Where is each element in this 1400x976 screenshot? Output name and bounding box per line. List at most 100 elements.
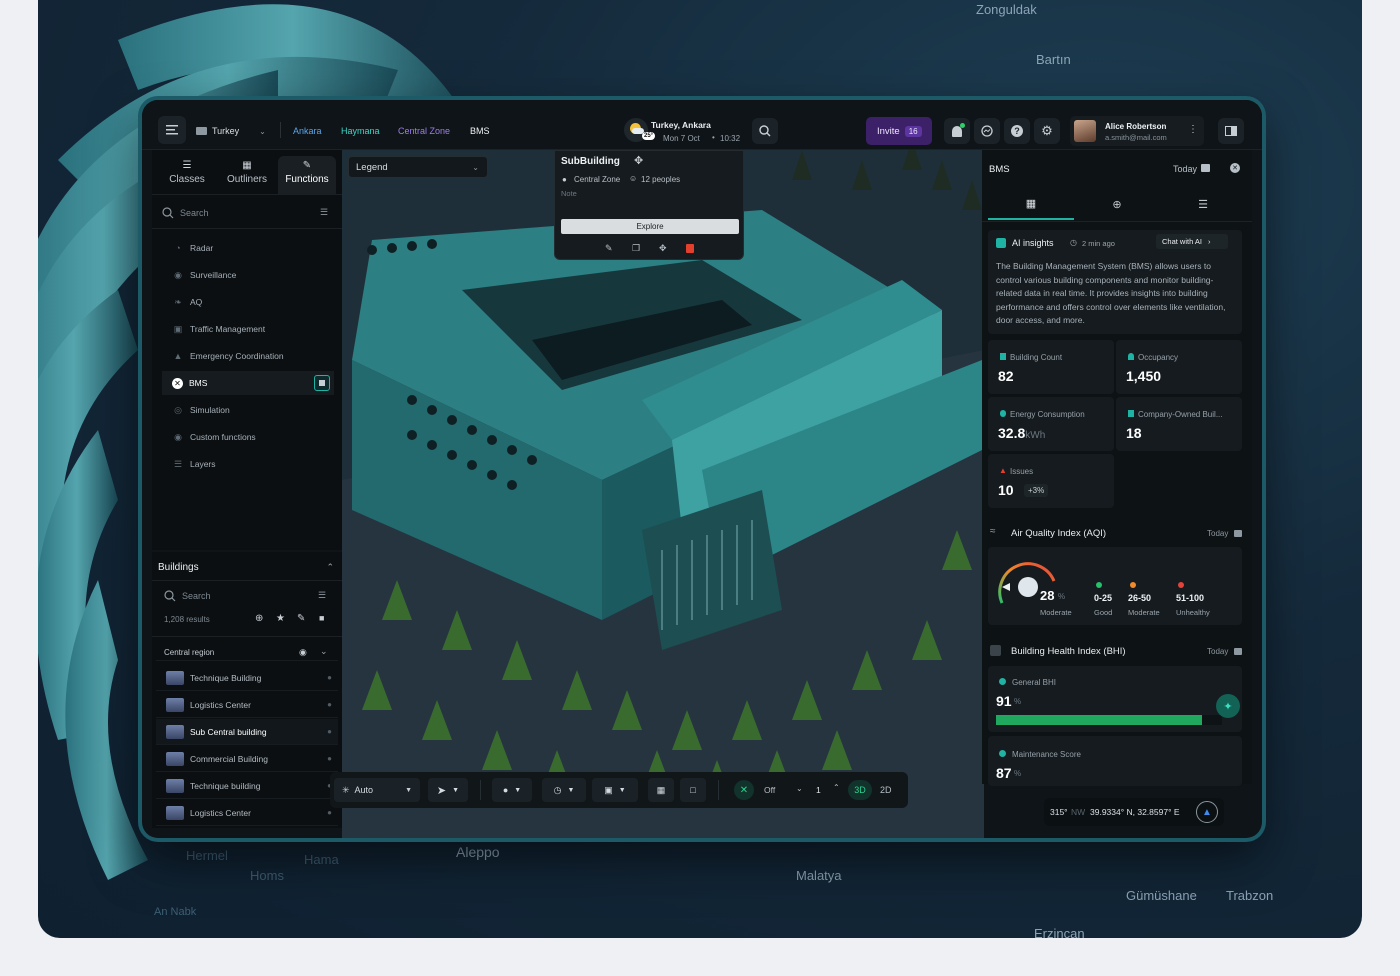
location-label: Turkey, Ankara xyxy=(651,120,711,130)
breadcrumb-haymana[interactable]: Haymana xyxy=(341,126,380,136)
period-selector[interactable]: Today xyxy=(1173,164,1197,174)
comment-tool-button[interactable]: □ xyxy=(680,778,706,802)
building-row[interactable]: Logistics Center ● xyxy=(156,800,338,826)
function-item-simulation[interactable]: ◎ Simulation xyxy=(162,398,334,422)
pin-tool-button[interactable]: ● ▼ xyxy=(492,778,532,802)
tab-list[interactable]: ☰ xyxy=(1160,188,1246,220)
map-tool-button[interactable]: ▦ xyxy=(648,778,674,802)
bottom-toolbar: ✳ Auto ▼ ➤ ▼ ● ▼ ◷ ▼ ▣ ▼ ▦ □ ✕ Off ⌄ 1 ⌃ 3D … xyxy=(330,772,908,808)
edit-icon[interactable]: ✎ xyxy=(605,243,613,254)
messages-button[interactable] xyxy=(974,118,1000,144)
functions-sidebar: ☰ Classes ▦ Outliners ✎ Functions Search ☰ … xyxy=(152,150,342,550)
breadcrumb-bms[interactable]: BMS xyxy=(470,126,490,136)
close-icon[interactable]: ✕ xyxy=(1230,163,1240,173)
view-3d-button[interactable]: 3D xyxy=(848,780,872,800)
panel-icon[interactable] xyxy=(314,375,330,391)
edit-icon[interactable]: ✎ xyxy=(297,613,305,624)
eye-icon[interactable]: ◉ xyxy=(299,647,307,658)
function-item-bms[interactable]: ✕ BMS xyxy=(162,371,334,395)
globe-tool-button[interactable]: ◷ ▼ xyxy=(542,778,586,802)
pin-icon[interactable]: ● xyxy=(327,808,332,817)
pin-icon[interactable]: ● xyxy=(327,754,332,763)
filter-icon[interactable]: ☰ xyxy=(318,590,326,601)
off-label[interactable]: Off xyxy=(764,785,775,795)
explore-button[interactable]: Explore xyxy=(561,219,739,234)
move-icon[interactable]: ✥ xyxy=(634,154,643,167)
calendar-icon[interactable] xyxy=(1234,648,1242,655)
tab-classes[interactable]: ☰ Classes xyxy=(158,160,216,185)
building-thumbnail xyxy=(166,724,184,739)
comment-icon: □ xyxy=(690,785,696,795)
aqi-period[interactable]: Today xyxy=(1207,529,1228,538)
bhi-unit: % xyxy=(1014,697,1022,706)
function-item-emergency[interactable]: ▲ Emergency Coordination xyxy=(162,344,334,368)
invite-button[interactable]: Invite 16 xyxy=(866,117,932,145)
building-thumbnail xyxy=(166,805,184,820)
collapse-icon[interactable]: ⌃ xyxy=(326,562,334,573)
move-icon[interactable]: ✥ xyxy=(659,243,667,254)
bhi-period[interactable]: Today xyxy=(1207,647,1228,656)
pin-icon[interactable]: ● xyxy=(327,673,332,682)
tab-add[interactable]: ⊕ xyxy=(1074,188,1160,220)
mode-dropdown[interactable]: ✳ Auto ▼ xyxy=(334,778,420,802)
trash-icon[interactable] xyxy=(686,244,694,253)
pin-icon[interactable]: ● xyxy=(327,700,332,709)
breadcrumb-ankara[interactable]: Ankara xyxy=(293,126,322,136)
notifications-button[interactable] xyxy=(944,118,970,144)
building-row[interactable]: Technique building● xyxy=(156,773,338,799)
filter-icon[interactable]: ☰ xyxy=(320,207,328,218)
calendar-icon[interactable] xyxy=(1234,530,1242,537)
sparkle-icon[interactable]: ✦ xyxy=(1216,694,1240,718)
function-item-radar[interactable]: ◔ Radar xyxy=(162,236,334,260)
more-vertical-icon[interactable]: ⋮ xyxy=(1188,124,1198,135)
tab-functions[interactable]: ✎ Functions xyxy=(278,156,336,194)
functions-search-input[interactable]: Search xyxy=(180,208,209,218)
chat-with-ai-button[interactable]: Chat with AI › xyxy=(1156,234,1228,249)
ai-title: AI insights xyxy=(1012,238,1054,248)
function-item-layers[interactable]: ☰ Layers xyxy=(162,452,334,476)
legend-dropdown[interactable]: Legend ⌄ xyxy=(348,156,488,178)
help-button[interactable]: ? xyxy=(1004,118,1030,144)
function-item-aq[interactable]: ❧ AQ xyxy=(162,290,334,314)
user-menu[interactable]: Alice Robertson a.smith@mail.com ⋮ xyxy=(1070,116,1204,146)
settings-button[interactable]: ⚙ xyxy=(1034,118,1060,144)
building-row[interactable]: Technique Building ● xyxy=(156,665,338,691)
search-button[interactable] xyxy=(752,118,778,144)
country-selector[interactable]: Turkey ⌄ xyxy=(196,126,266,136)
building-row[interactable]: Sub Central building ● xyxy=(156,719,338,745)
close-icon[interactable]: ✕ xyxy=(172,377,183,389)
chevron-down-icon[interactable]: ⌄ xyxy=(796,784,803,793)
tab-outliners[interactable]: ▦ Outliners xyxy=(218,160,276,185)
function-item-surveillance[interactable]: ◉ Surveillance xyxy=(162,263,334,287)
view-2d-button[interactable]: 2D xyxy=(880,785,892,795)
star-icon[interactable]: ★ xyxy=(276,613,285,624)
breadcrumb-central-zone[interactable]: Central Zone xyxy=(398,126,450,136)
camera-tool-button[interactable]: ▣ ▼ xyxy=(592,778,638,802)
tab-overview[interactable]: ▦ xyxy=(988,188,1074,220)
select-tool-button[interactable]: ➤ ▼ xyxy=(428,778,468,802)
chevron-up-icon[interactable]: ⌃ xyxy=(833,783,840,792)
stat-card-issues: ▲ Issues 10 +3% xyxy=(988,454,1114,508)
building-row[interactable]: Commercial Building ● xyxy=(156,746,338,772)
x-axis-icon[interactable]: ✕ xyxy=(734,780,754,800)
company-icon xyxy=(1128,410,1134,417)
add-icon[interactable]: ⊕ xyxy=(255,613,263,624)
range-good: 0-25 xyxy=(1094,593,1113,603)
energy-value: 32.8 xyxy=(998,425,1026,441)
pin-icon[interactable]: ● xyxy=(327,727,332,736)
building-row[interactable]: Logistics Center ● xyxy=(156,692,338,718)
caret-down-icon: ▼ xyxy=(405,786,412,794)
copy-icon[interactable]: ❐ xyxy=(632,243,640,254)
trash-icon[interactable]: ■ xyxy=(319,613,324,623)
toggle-panel-button[interactable] xyxy=(1218,118,1244,144)
chevron-down-icon[interactable]: ⌄ xyxy=(320,646,328,657)
map-icon: ▦ xyxy=(656,784,666,795)
map-label-aleppo: Aleppo xyxy=(456,844,500,860)
stat-label: Building Count xyxy=(1010,353,1063,362)
buildings-search-input[interactable]: Search xyxy=(182,591,211,601)
calendar-icon[interactable] xyxy=(1201,164,1210,172)
menu-button[interactable] xyxy=(158,116,186,144)
compass-icon[interactable]: ▲ xyxy=(1196,801,1218,823)
function-item-custom[interactable]: ◉ Custom functions xyxy=(162,425,334,449)
function-item-traffic[interactable]: ▣ Traffic Management xyxy=(162,317,334,341)
